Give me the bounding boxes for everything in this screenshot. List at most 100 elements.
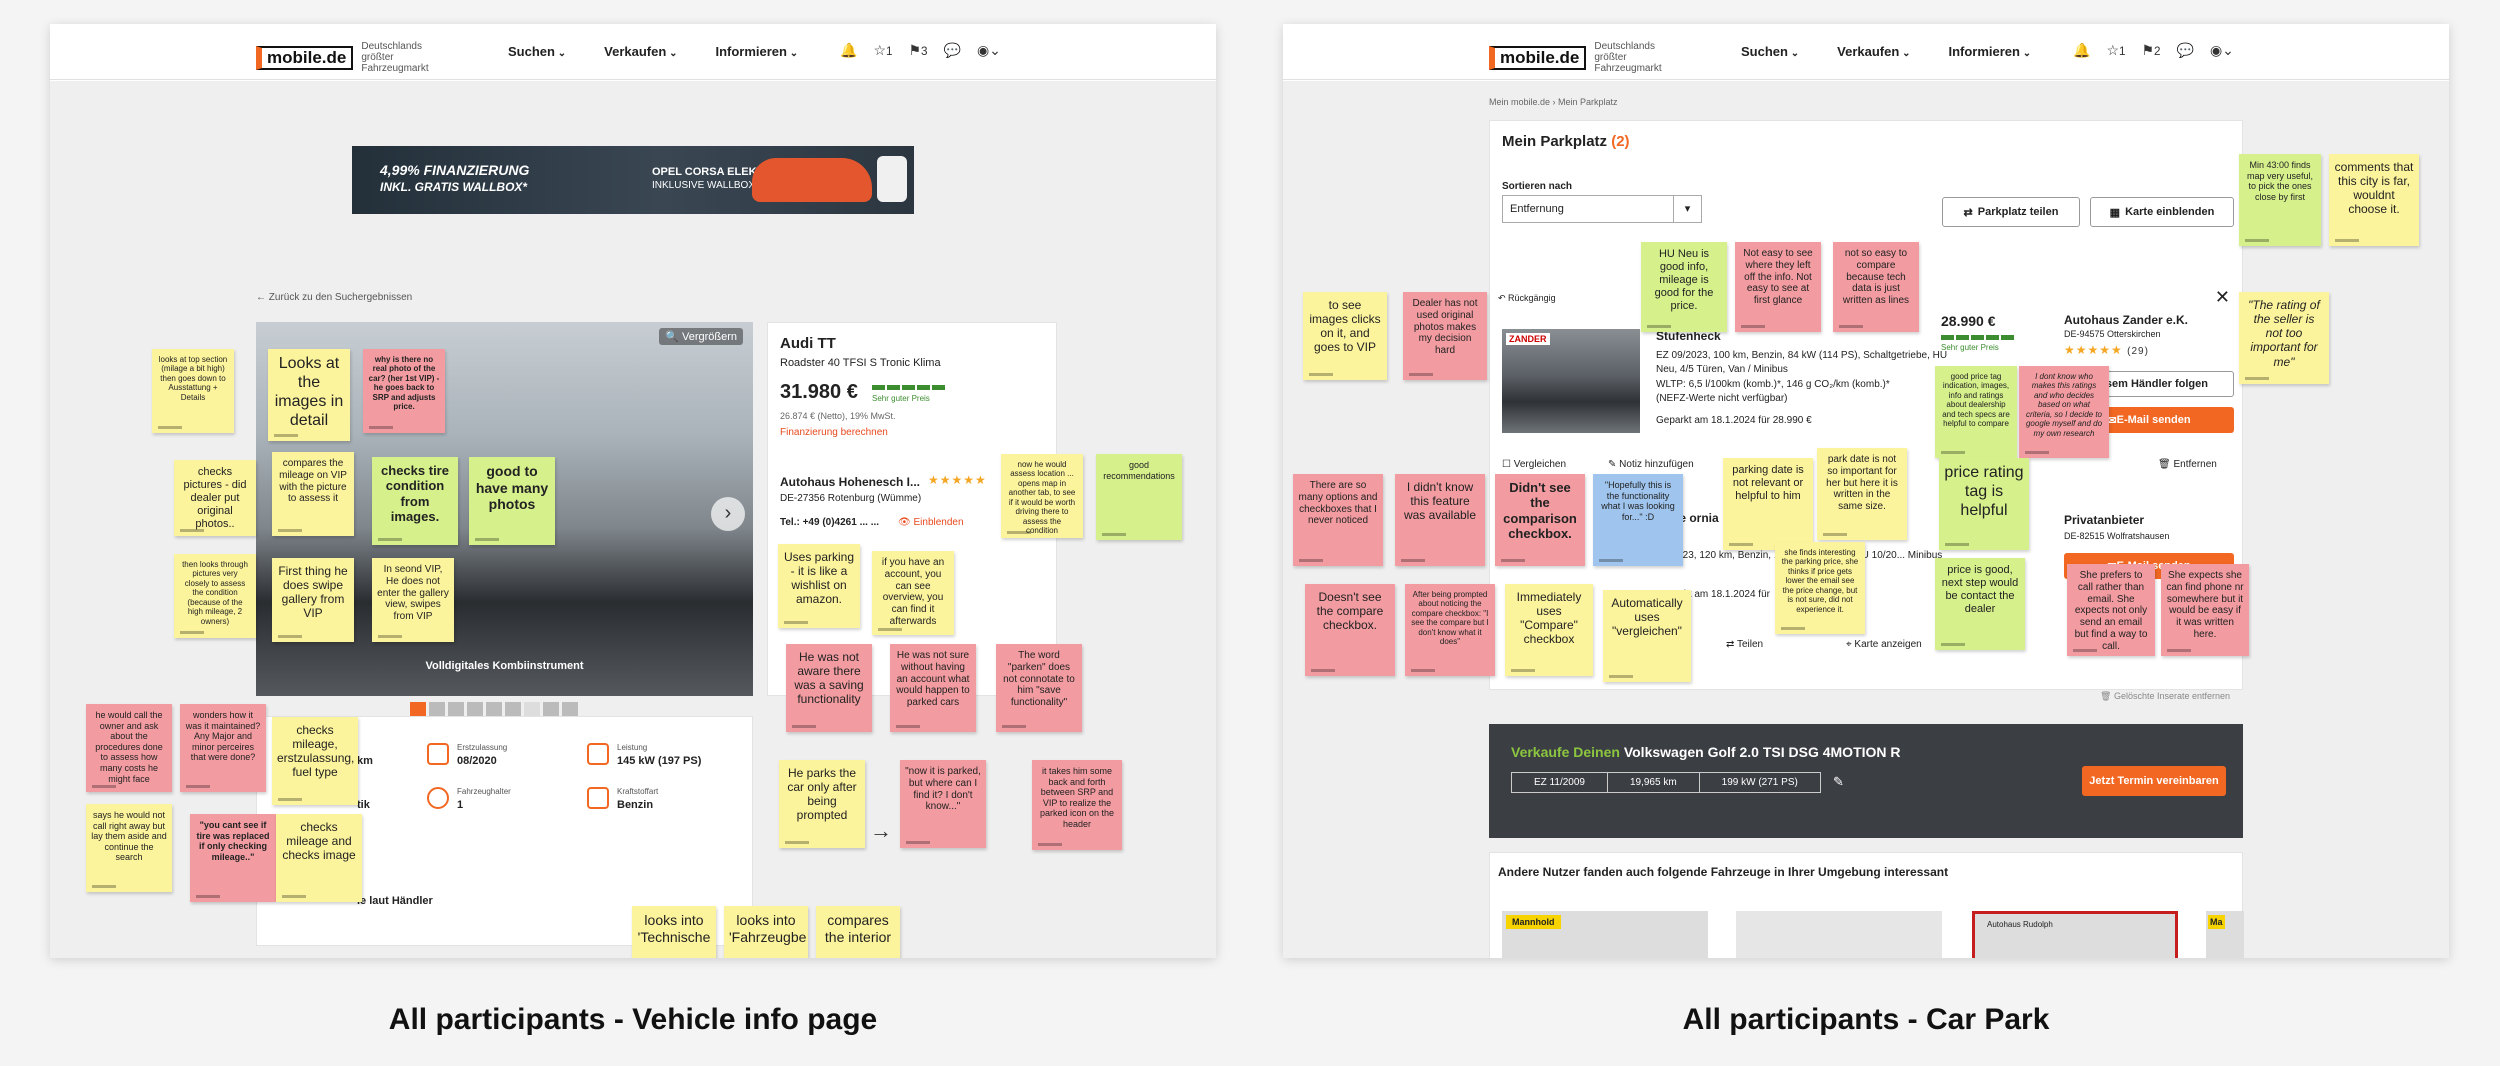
show-map-button[interactable]: ▦ Karte einblenden (2090, 197, 2234, 227)
chat-icon[interactable]: 💬 (2177, 42, 2194, 59)
logo[interactable]: mobile.de Deutschlands größter Fahrzeugm… (256, 41, 456, 74)
compare-checkbox[interactable]: ☐ Vergleichen (1502, 459, 1566, 470)
nav-inform[interactable]: Informieren (1948, 44, 2031, 59)
edit-icon[interactable]: ✎ (1833, 774, 1844, 790)
financing-link[interactable]: Finanzierung berechnen (780, 427, 888, 438)
spec-label: Leistung (617, 743, 648, 752)
sticky-note: He parks the car only after being prompt… (779, 760, 865, 848)
spec-label: Fahrzeughalter (457, 787, 511, 796)
undo-label: Rückgängig (1508, 293, 1556, 303)
add-note-button[interactable]: ✎ Notiz hinzufügen (1608, 459, 1694, 470)
sticky-note: The word "parken" does not connotate to … (996, 644, 1082, 732)
parking-icon[interactable]: ⚑3 (908, 42, 927, 59)
spec-value: 145 kW (197 PS) (617, 755, 702, 767)
nav-sell[interactable]: Verkaufen (1837, 44, 1910, 59)
share-label: Teilen (1736, 639, 1764, 650)
parked-date: Geparkt am 18.1.2024 für 28.990 € (1656, 415, 1812, 426)
sort-value: Entfernung (1510, 203, 1564, 215)
zoom-button[interactable]: 🔍 Vergrößern (659, 328, 743, 345)
nav-search[interactable]: Suchen (1741, 44, 1799, 59)
spec-label: Kraftstoffart (617, 787, 659, 796)
sticky-note: not so easy to compare because tech data… (1833, 242, 1919, 332)
sell-kw: 199 kW (271 PS) (1721, 777, 1798, 788)
dealer-name[interactable]: Autohaus Hohenesch I... (780, 475, 920, 489)
show-map-link[interactable]: ⌖ Karte anzeigen (1846, 639, 1922, 650)
recommendation-item[interactable]: Ma (2206, 911, 2244, 958)
calendar-icon (427, 743, 449, 765)
listing-wltp: WLTP: 6,5 l/100km (komb.)*, 146 g CO₂/km… (1656, 379, 1890, 390)
remove-button[interactable]: 🗑 Entfernen (2158, 459, 2217, 470)
nav-sell[interactable]: Verkaufen (604, 44, 677, 59)
sell-car: Volkswagen Golf 2.0 TSI DSG 4MOTION R (1623, 744, 1901, 760)
spec-partial: le laut Händler (357, 895, 433, 907)
sticky-note: compares the mileage on VIP with the pic… (272, 452, 354, 536)
gallery-thumbnails[interactable] (410, 702, 578, 716)
sticky-note: good price tag indication, images, info … (1935, 366, 2017, 458)
banner-text-1: 4,99% FINANZIERUNG (380, 162, 530, 178)
listing-price: 28.990 € (1941, 313, 1996, 329)
add-note-label: Notiz hinzufügen (1619, 459, 1694, 470)
logo-tagline: Deutschlands größter Fahrzeugmarkt (1594, 41, 1662, 74)
vehicle-info-panel: mobile.de Deutschlands größter Fahrzeugm… (50, 24, 1216, 958)
recommendation-item[interactable] (1736, 911, 1942, 958)
parking-count: 2 (2154, 45, 2161, 58)
back-to-results-link[interactable]: ← Zurück zu den Suchergebnissen (256, 292, 412, 303)
show-phone-button[interactable]: 👁 Einblenden (898, 517, 964, 528)
undo-button[interactable]: ↶ Rückgängig (1498, 293, 1556, 304)
parking-icon[interactable]: ⚑2 (2141, 42, 2160, 59)
sticky-note: Didn't see the comparison checkbox. (1495, 474, 1585, 566)
recommendation-item[interactable]: Autohaus Rudolph (1972, 911, 2178, 958)
sell-specs: EZ 11/2009 19,965 km 199 kW (271 PS) (1511, 772, 1821, 793)
sticky-note: good recommendations (1096, 454, 1182, 540)
sticky-note: HU Neu is good info, mileage is good for… (1641, 242, 1727, 332)
sticky-note: checks mileage and checks image (276, 814, 362, 902)
parked-count: (2) (1611, 133, 1630, 150)
user-icon[interactable]: ◉⌄ (977, 42, 1001, 59)
nav-search[interactable]: Suchen (508, 44, 566, 59)
dealer-name[interactable]: Autohaus Zander e.K. (2064, 313, 2188, 327)
chat-icon[interactable]: 💬 (944, 42, 961, 59)
dealer-logo: Autohaus Rudolph (1987, 920, 2053, 929)
sticky-note: to see images clicks on it, and goes to … (1303, 292, 1387, 380)
sticky-note: I dont know who makes this ratings and w… (2019, 366, 2109, 458)
sticky-note: checks pictures - did dealer put origina… (174, 460, 256, 536)
sticky-note: Uses parking - it is like a wishlist on … (778, 544, 860, 628)
star-icon[interactable]: ☆1 (873, 42, 892, 59)
sticky-note: "now it is parked, but where can I find … (900, 760, 986, 848)
sticky-note: price is good, next step would be contac… (1935, 558, 2025, 650)
star-icon[interactable]: ☆1 (2106, 42, 2125, 59)
listing-price: 31.980 € (780, 381, 858, 403)
banner-text-4: INKLUSIVE WALLBOX* (652, 180, 759, 191)
sticky-note: looks into 'Technische (632, 906, 716, 958)
bell-icon[interactable]: 🔔 (840, 42, 857, 59)
dealer-logo: ZANDER (1506, 333, 1550, 345)
user-icon[interactable]: ◉⌄ (2210, 42, 2234, 59)
spec-partial: tik (357, 799, 370, 811)
logo[interactable]: mobile.de Deutschlands größter Fahrzeugm… (1489, 41, 1689, 74)
listing-thumbnail[interactable]: ZANDER (1502, 329, 1640, 433)
gallery-next-button[interactable]: › (711, 497, 745, 531)
ad-banner[interactable]: 4,99% FINANZIERUNG INKL. GRATIS WALLBOX*… (352, 146, 914, 214)
breadcrumb-home[interactable]: Mein mobile.de (1489, 97, 1550, 107)
sticky-note: park date is not so important for her bu… (1817, 448, 1907, 540)
remove-label: Entfernen (2173, 459, 2217, 470)
book-appointment-button[interactable]: Jetzt Termin vereinbaren (2082, 766, 2226, 796)
map-label: Karte einblenden (2125, 206, 2215, 218)
listing-wltp-note: (NEFZ-Werte nicht verfügbar) (1656, 393, 1788, 404)
logo-text: mobile.de (1489, 45, 1587, 70)
sort-select[interactable]: Entfernung ▾ (1502, 195, 1702, 223)
share-listing-button[interactable]: ⇄ Teilen (1726, 639, 1763, 650)
sticky-note: In seond VIP, He does not enter the gall… (372, 558, 454, 642)
sticky-note: compares the interior (816, 906, 900, 958)
net-price: 26.874 € (Netto), 19% MwSt. (780, 411, 896, 421)
close-icon[interactable]: ✕ (2215, 287, 2230, 308)
price-rating-label: Sehr guter Preis (1941, 343, 1999, 352)
recommendation-item[interactable]: Mannhold (1502, 911, 1708, 958)
bell-icon[interactable]: 🔔 (2073, 42, 2090, 59)
nav-inform[interactable]: Informieren (715, 44, 798, 59)
share-parking-button[interactable]: ⇄ Parkplatz teilen (1942, 197, 2080, 227)
parking-count: 3 (921, 45, 928, 58)
remove-deleted-link[interactable]: 🗑 Gelöschte Inserate entfernen (2100, 691, 2230, 702)
sticky-note: then looks through pictures very closely… (174, 554, 256, 638)
seller-location: DE-82515 Wolfratshausen (2064, 531, 2170, 541)
